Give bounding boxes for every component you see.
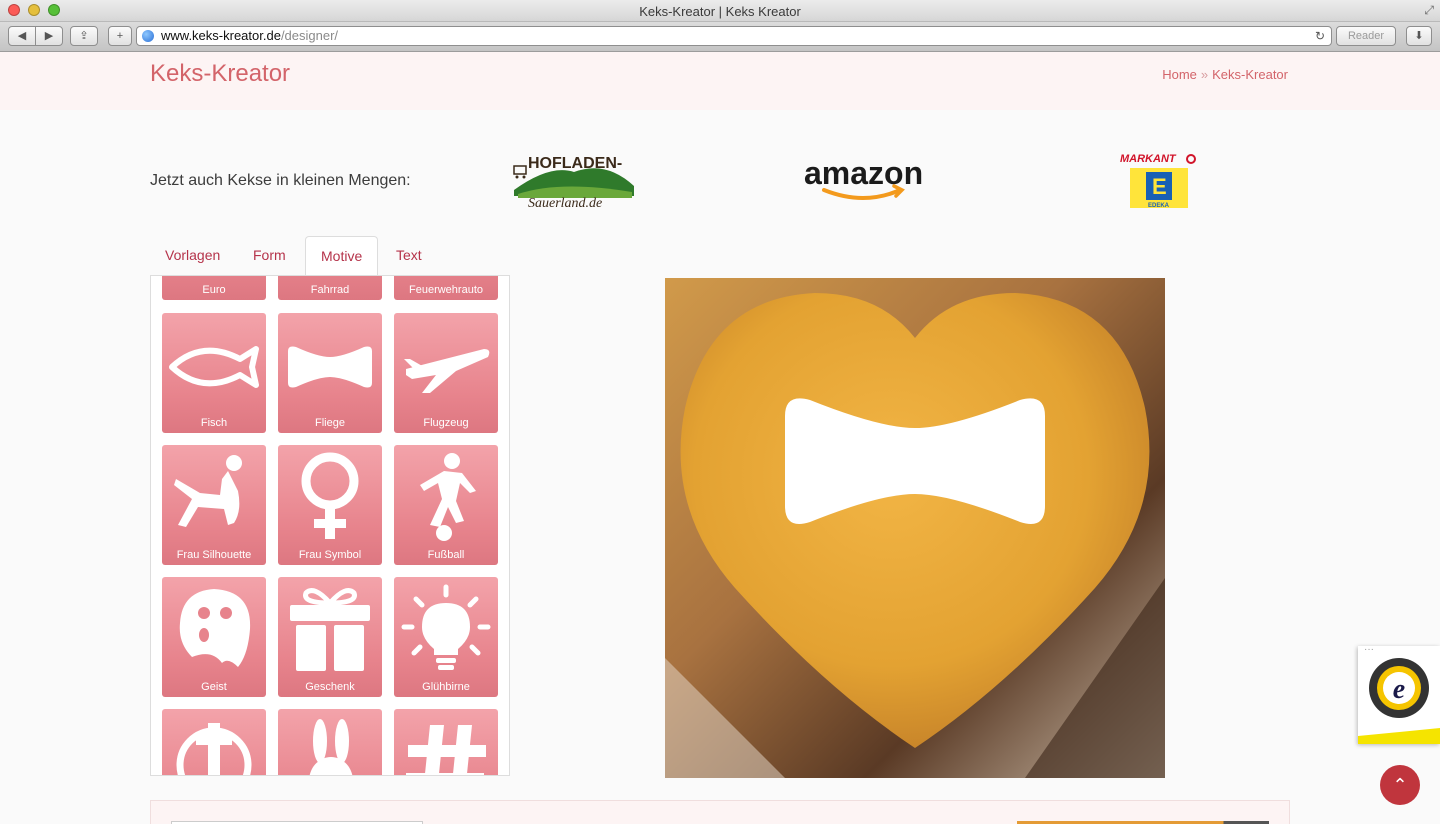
soccer-player-icon <box>420 453 476 541</box>
breadcrumb: Home» Keks-Kreator <box>1162 67 1288 82</box>
fire-truck-icon <box>400 275 492 278</box>
svg-text:e: e <box>1393 674 1405 705</box>
back-button[interactable]: ◀ <box>8 26 36 46</box>
reader-button[interactable]: Reader <box>1336 26 1396 46</box>
site-title[interactable]: Keks-Kreator <box>150 60 290 88</box>
motif-tile-frau-silhouette[interactable]: Frau Silhouette <box>162 445 266 565</box>
motif-tile-geist[interactable]: Geist <box>162 577 266 697</box>
motif-label: Fußball <box>427 549 465 561</box>
tab-text[interactable]: Text <box>381 236 437 276</box>
rabbit-icon <box>309 719 353 775</box>
motif-grid[interactable]: Euro Fahrrad Feuerwehrauto Fisch Fliege … <box>150 275 510 776</box>
motif-tile-gluehbirne[interactable]: Glühbirne <box>394 577 498 697</box>
forward-button[interactable]: ▶ <box>35 26 63 46</box>
cog-leaf-icon <box>176 723 252 775</box>
trusted-menu-dots[interactable]: ··· <box>1364 644 1374 655</box>
svg-text:E: E <box>1152 174 1167 199</box>
motif-tile-frau-symbol[interactable]: Frau Symbol <box>278 445 382 565</box>
hashtag-icon <box>406 725 486 775</box>
globe-icon <box>142 30 154 42</box>
breadcrumb-home-link[interactable]: Home <box>1162 67 1197 82</box>
cookie-preview-canvas <box>665 278 1165 778</box>
downloads-button[interactable]: ⬇ <box>1406 26 1432 46</box>
add-bookmark-button[interactable]: + <box>108 26 132 46</box>
motif-tile-flugzeug[interactable]: Flugzeug <box>394 313 498 433</box>
tab-motive[interactable]: Motive <box>305 236 379 276</box>
motif-label: Euro <box>202 284 226 296</box>
fish-icon <box>169 346 259 388</box>
motif-label: Fliege <box>315 417 345 429</box>
window-titlebar: Keks-Kreator | Keks Kreator ⤢ <box>0 0 1440 22</box>
motif-tile-cog-leaf[interactable] <box>162 709 266 775</box>
tab-vorlagen[interactable]: Vorlagen <box>150 236 235 276</box>
motif-tile-rabbit[interactable] <box>278 709 382 775</box>
motif-label: Frau Silhouette <box>176 549 252 561</box>
breadcrumb-current: Keks-Kreator <box>1212 67 1288 82</box>
motif-tile-fahrrad[interactable]: Fahrrad <box>278 275 382 300</box>
hofladen-text: HOFLADEN- <box>528 155 622 172</box>
trusted-shops-badge[interactable]: ··· e <box>1358 644 1440 744</box>
markant-text: MARKANT <box>1120 153 1177 165</box>
motif-tile-euro[interactable]: Euro <box>162 275 266 300</box>
bow-tie-icon <box>288 346 372 388</box>
amazon-text: amazon <box>804 155 923 191</box>
url-host: www.keks-kreator.de <box>161 28 281 43</box>
tab-form[interactable]: Form <box>238 236 301 276</box>
sauerland-text: Sauerland.de <box>528 196 602 210</box>
cookie-preview[interactable] <box>665 278 1165 778</box>
motif-tile-feuerwehrauto[interactable]: Feuerwehrauto <box>394 275 498 300</box>
motif-label: Flugzeug <box>423 417 469 429</box>
trusted-shops-seal-icon: e <box>1358 658 1440 744</box>
euro-icon <box>168 275 260 278</box>
motif-label: Feuerwehrauto <box>409 284 483 296</box>
amazon-logo[interactable]: amazon <box>802 152 932 204</box>
motif-tile-geschenk[interactable]: Geschenk <box>278 577 382 697</box>
share-button[interactable]: ⇪ <box>70 26 98 46</box>
markant-edeka-logo[interactable]: MARKANT E EDEKA <box>1118 150 1200 210</box>
partners-label: Jetzt auch Kekse in kleinen Mengen: <box>150 172 411 189</box>
airplane-icon <box>404 349 490 393</box>
breadcrumb-separator: » <box>1200 67 1209 82</box>
scroll-to-top-button[interactable]: ⌃ <box>1380 765 1420 805</box>
gift-icon <box>290 588 370 671</box>
motif-label: Geist <box>201 681 227 693</box>
browser-toolbar: ◀ ▶ ⇪ + www.keks-kreator.de/designer/ ↻ … <box>0 22 1440 52</box>
lightbulb-icon <box>401 584 491 670</box>
motif-tile-fisch[interactable]: Fisch <box>162 313 266 433</box>
motif-tile-fliege[interactable]: Fliege <box>278 313 382 433</box>
window-title: Keks-Kreator | Keks Kreator <box>639 4 801 19</box>
hofladen-sauerland-logo[interactable]: HOFLADEN- Sauerland.de <box>510 150 638 210</box>
motif-label: Frau Symbol <box>298 549 362 561</box>
edeka-text: EDEKA <box>1148 203 1170 209</box>
designer-options-bar <box>150 800 1290 824</box>
url-path: /designer/ <box>280 28 339 43</box>
motif-label: Fahrrad <box>310 284 350 296</box>
female-symbol-icon <box>301 452 359 539</box>
site-header: Keks-Kreator Home» Keks-Kreator <box>0 52 1440 110</box>
fullscreen-icon[interactable]: ⤢ <box>1424 3 1434 18</box>
motif-label: Geschenk <box>305 681 355 693</box>
reload-icon[interactable]: ↻ <box>1315 27 1325 45</box>
ghost-icon <box>179 589 251 667</box>
motif-tile-hashtag[interactable] <box>394 709 498 775</box>
woman-silhouette-icon <box>174 455 242 527</box>
motif-label: Glühbirne <box>422 681 470 693</box>
motif-label: Fisch <box>200 417 228 429</box>
motif-tile-fussball[interactable]: Fußball <box>394 445 498 565</box>
bicycle-icon <box>284 275 376 278</box>
address-bar[interactable]: www.keks-kreator.de/designer/ ↻ <box>136 26 1332 46</box>
